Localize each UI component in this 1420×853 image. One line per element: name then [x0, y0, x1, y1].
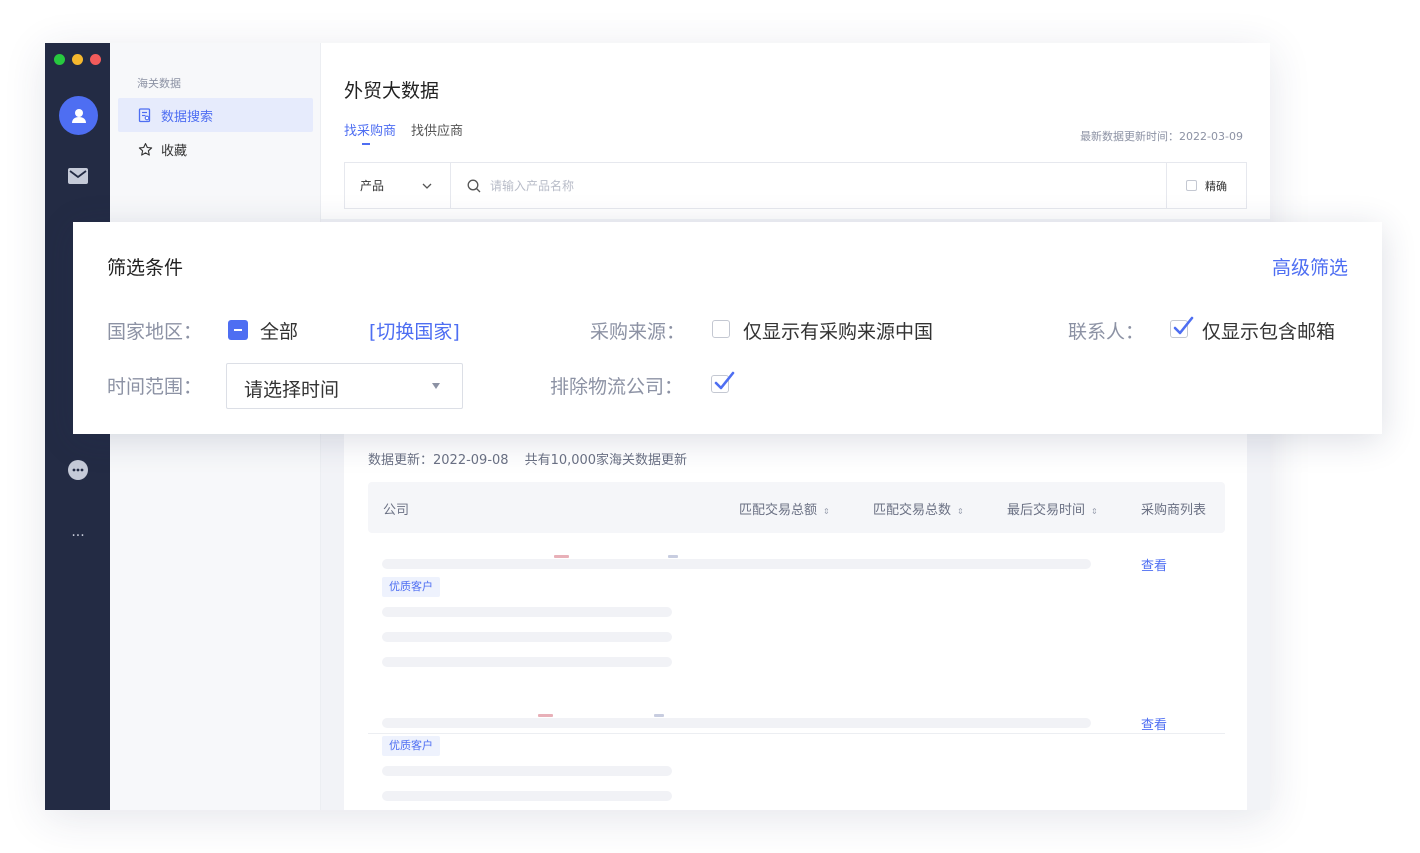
column-match-amount[interactable]: 匹配交易总额 ⇕	[739, 499, 830, 518]
caret-down-icon	[432, 383, 440, 389]
exclude-logistics-checkbox[interactable]	[711, 371, 735, 393]
exclude-logistics-label: 排除物流公司：	[550, 376, 684, 398]
time-range-label: 时间范围：	[107, 376, 203, 398]
switch-country-link[interactable]: [切换国家]	[369, 317, 460, 344]
flag-marker	[538, 714, 553, 717]
window-zoom-button[interactable]	[54, 54, 65, 65]
check-icon	[1173, 316, 1194, 335]
search-input[interactable]: 请输入产品名称	[451, 163, 1166, 208]
view-link[interactable]: 查看	[1141, 555, 1167, 574]
mail-icon[interactable]	[65, 163, 91, 189]
flag-marker	[668, 555, 678, 558]
more-icon[interactable]: ···	[65, 523, 91, 549]
column-label: 匹配交易总数	[873, 503, 952, 518]
window-close-button[interactable]	[90, 54, 101, 65]
chevron-down-icon	[422, 179, 432, 193]
country-value: 全部	[260, 321, 299, 343]
table-row: 查看 优质客户	[368, 714, 1225, 810]
column-match-count[interactable]: 匹配交易总数 ⇕	[873, 499, 964, 518]
avatar-icon[interactable]	[59, 96, 98, 135]
skeleton-line	[382, 632, 672, 642]
sidebar-item-favorites[interactable]: 收藏	[118, 132, 313, 166]
column-label: 匹配交易总额	[739, 503, 818, 518]
tab-find-suppliers[interactable]: 找供应商	[411, 120, 463, 139]
advanced-filter-link[interactable]: 高级筛选	[1272, 253, 1348, 280]
quality-customer-badge: 优质客户	[382, 736, 440, 756]
contact-option-label: 仅显示包含邮箱	[1202, 321, 1336, 343]
source-option-label: 仅显示有采购来源中国	[743, 321, 934, 343]
skeleton-line	[382, 766, 672, 776]
contact-label: 联系人：	[1068, 321, 1145, 343]
skeleton-line	[382, 718, 1091, 728]
star-icon	[137, 141, 153, 157]
sort-icon: ⇕	[1091, 507, 1098, 516]
results-count: 共有10,000家海关数据更新	[524, 453, 688, 468]
check-icon	[714, 371, 735, 390]
precise-match-checkbox[interactable]: 精确	[1166, 163, 1246, 208]
time-range-select[interactable]: 请选择时间	[226, 363, 463, 409]
results-summary: 数据更新：2022-09-08 共有10,000家海关数据更新	[368, 449, 687, 468]
skeleton-line	[382, 607, 672, 617]
column-label: 最后交易时间	[1007, 503, 1086, 518]
column-company: 公司	[383, 503, 410, 518]
tab-find-buyers[interactable]: 找采购商	[344, 120, 396, 139]
flag-marker	[654, 714, 664, 717]
search-type-select[interactable]: 产品	[345, 163, 451, 208]
skeleton-line	[382, 791, 672, 801]
table-row: 查看 优质客户	[368, 555, 1225, 725]
page-title: 外贸大数据	[344, 80, 440, 102]
quality-customer-badge: 优质客户	[382, 577, 440, 597]
results-card: 数据更新：2022-09-08 共有10,000家海关数据更新 公司 匹配交易总额…	[344, 428, 1247, 810]
active-tab-indicator	[362, 143, 370, 145]
search-icon	[467, 179, 481, 193]
search-placeholder: 请输入产品名称	[490, 179, 575, 193]
column-last-trade-time[interactable]: 最后交易时间 ⇕	[1007, 499, 1098, 518]
column-buyer-list: 采购商列表	[1141, 503, 1207, 518]
country-label: 国家地区：	[107, 321, 203, 343]
search-bar: 产品 请输入产品名称 精确	[344, 162, 1247, 209]
source-label: 采购来源：	[590, 321, 686, 343]
skeleton-line	[382, 657, 672, 667]
data-update-time: 最新数据更新时间：2022-03-09	[1080, 130, 1243, 143]
sidebar-section-title: 海关数据	[137, 77, 181, 90]
precise-match-label: 精确	[1205, 179, 1227, 193]
sidebar-item-data-search[interactable]: 数据搜索	[118, 98, 313, 132]
table-header: 公司 匹配交易总额 ⇕ 匹配交易总数 ⇕ 最后交易时间 ⇕ 采购商列表	[368, 482, 1225, 533]
search-type-label: 产品	[360, 179, 385, 193]
country-all-checkbox[interactable]	[228, 320, 248, 340]
sort-icon: ⇕	[823, 507, 830, 516]
filter-title: 筛选条件	[107, 257, 184, 279]
page-header: 外贸大数据 找采购商 找供应商 最新数据更新时间：2022-03-09 产品 请…	[321, 43, 1270, 219]
sort-icon: ⇕	[957, 507, 964, 516]
checkbox-box	[1186, 180, 1197, 191]
flag-marker	[554, 555, 569, 558]
sidebar-item-label: 收藏	[161, 143, 188, 159]
window-minimize-button[interactable]	[72, 54, 83, 65]
results-update-date: 数据更新：2022-09-08	[368, 453, 509, 468]
time-range-placeholder: 请选择时间	[244, 379, 340, 401]
skeleton-line	[382, 559, 1091, 569]
filter-panel: 筛选条件 高级筛选 国家地区： 全部 [切换国家] 采购来源： 仅显示有采购来源…	[73, 222, 1382, 434]
view-link[interactable]: 查看	[1141, 714, 1167, 733]
document-search-icon	[137, 107, 153, 123]
sidebar-item-label: 数据搜索	[161, 109, 214, 125]
chat-icon[interactable]	[65, 457, 91, 483]
source-china-checkbox[interactable]	[712, 320, 730, 338]
contact-email-checkbox[interactable]	[1170, 316, 1194, 338]
